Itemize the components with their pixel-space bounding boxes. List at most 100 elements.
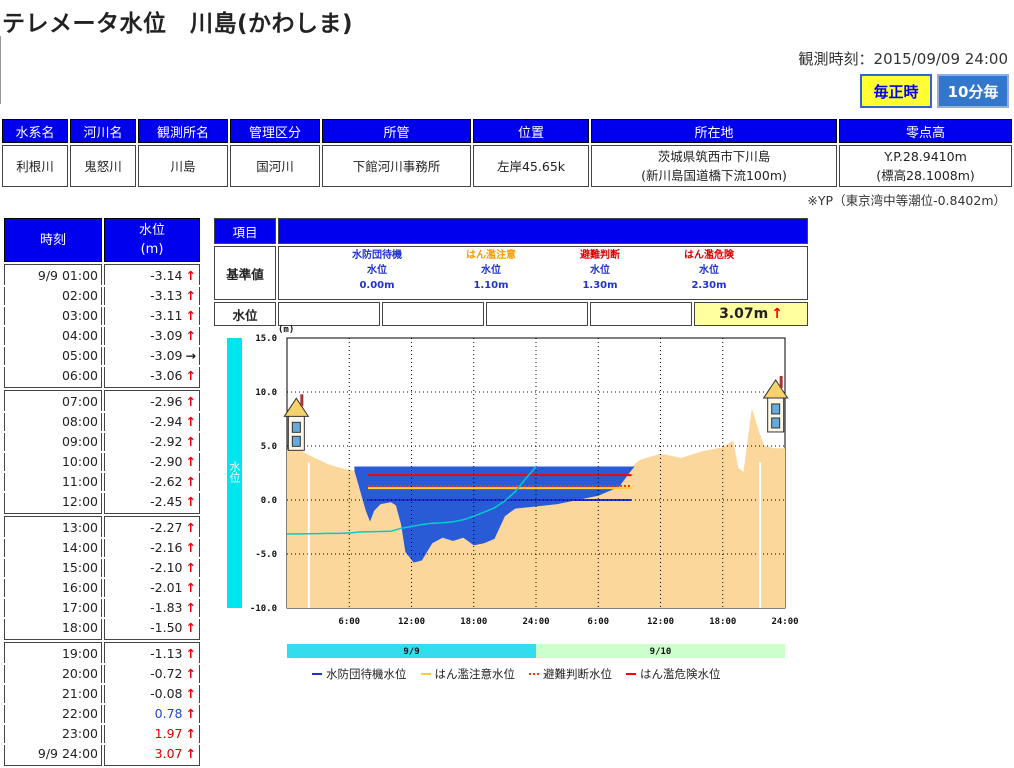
header-position: 位置 [473,119,589,143]
row-level-value: -1.50 [150,620,183,635]
ytick-label: -5.0 [255,550,277,560]
row-level: -1.50 ↑ [104,619,200,640]
row-time: 9/9 24:00 [4,745,103,766]
threshold-sub: 水位 [590,265,610,276]
chart-legend: 水防団待機水位 はん濫注意水位 避難判断水位 はん濫危険水位 [312,666,721,682]
row-level: -3.13 ↑ [104,287,200,305]
xtick-label: 18:00 [460,617,487,627]
threshold-item: はん濫危険 水位 2.30m [684,248,734,298]
row-level: -2.92 ↑ [104,433,200,451]
value-position: 左岸45.65k [473,145,589,187]
level-header-row: 項目 [214,218,808,244]
row-level: -2.27 ↑ [104,516,200,537]
row-level-value: -2.27 [150,520,183,535]
trend-up-icon: ↑ [185,368,196,383]
row-time: 19:00 [4,642,103,663]
hourly-button[interactable]: 毎正時 [860,74,932,108]
legend-item: 避難判断水位 [529,666,612,682]
row-level: -2.16 ↑ [104,539,200,557]
timeseries-row: 07:00 -2.96 ↑ [4,390,200,411]
value-office: 下館河川事務所 [322,145,471,187]
row-time: 05:00 [4,347,103,365]
ytick-label: 0.0 [261,496,277,506]
threshold-sub: 水位 [481,265,501,276]
row-level-value: -1.13 [150,646,183,661]
row-time: 09:00 [4,433,103,451]
row-time: 16:00 [4,579,103,597]
ten-minute-button[interactable]: 10分毎 [937,74,1009,108]
row-level: -1.13 ↑ [104,642,200,663]
station-info-value-row: 利根川 鬼怒川 川島 国河川 下館河川事務所 左岸45.65k 茨城県筑西市下川… [2,145,1012,187]
value-water-system: 利根川 [2,145,68,187]
timeseries-row: 15:00 -2.10 ↑ [4,559,200,577]
row-time: 07:00 [4,390,103,411]
legend-swatch [626,673,636,675]
xtick-label: 12:00 [398,617,425,627]
observation-time: 観測時刻：2015/09/09 24:00 [798,50,1008,68]
trend-up-icon: ↑ [185,474,196,489]
row-level: -2.45 ↑ [104,493,200,514]
date-label: 9/9 [403,647,419,657]
timeseries-row: 12:00 -2.45 ↑ [4,493,200,514]
trend-flat-icon: → [185,348,196,363]
legend-label: はん濫危険水位 [640,667,721,681]
row-time: 10:00 [4,453,103,471]
ytick-label: -10.0 [250,604,277,614]
timeseries-row: 17:00 -1.83 ↑ [4,599,200,617]
header-station: 観測所名 [138,119,228,143]
legend-swatch [312,673,322,675]
row-level-value: -2.45 [150,494,183,509]
trend-up-icon: ↑ [185,288,196,303]
xtick-label: 18:00 [709,617,736,627]
header-time: 時刻 [4,218,103,262]
trend-up-icon: ↑ [185,414,196,429]
header-office: 所管 [322,119,471,143]
trend-up-icon: ↑ [185,520,196,535]
row-level-value: -3.11 [150,308,183,323]
row-time: 21:00 [4,685,103,703]
trend-up-icon: ↑ [185,666,196,681]
timeseries-row: 04:00 -3.09 ↑ [4,327,200,345]
trend-up-icon: ↑ [185,746,196,761]
row-time: 20:00 [4,665,103,683]
row-time: 11:00 [4,473,103,491]
threshold-name: 避難判断 [580,250,620,261]
row-level: -2.94 ↑ [104,413,200,431]
row-time: 9/9 01:00 [4,264,103,285]
row-level: -2.62 ↑ [104,473,200,491]
row-level-value: -3.09 [150,348,183,363]
ytick-label: 10.0 [255,388,277,398]
row-level: -0.08 ↑ [104,685,200,703]
timeseries-row: 20:00 -0.72 ↑ [4,665,200,683]
timeseries-row: 21:00 -0.08 ↑ [4,685,200,703]
row-level: 3.07 ↑ [104,745,200,766]
trend-up-icon: ↑ [185,706,196,721]
row-level-value: -0.08 [150,686,183,701]
trend-up-icon: ↑ [185,268,196,283]
trend-up-icon: ↑ [185,560,196,575]
row-level-value: -2.10 [150,560,183,575]
row-time: 04:00 [4,327,103,345]
timeseries-row: 06:00 -3.06 ↑ [4,367,200,388]
xtick-label: 6:00 [587,617,609,627]
row-time: 12:00 [4,493,103,514]
timeseries-row: 9/9 01:00 -3.14 ↑ [4,264,200,285]
trend-up-icon: ↑ [185,394,196,409]
legend-swatch [529,673,539,675]
timeseries-header-row: 時刻 水位 (m) [4,218,200,262]
station-info-header-row: 水系名 河川名 観測所名 管理区分 所管 位置 所在地 零点高 [2,119,1012,143]
row-level: -2.96 ↑ [104,390,200,411]
timeseries-row: 10:00 -2.90 ↑ [4,453,200,471]
row-level-value: -3.06 [150,368,183,383]
trend-up-icon: ↑ [185,646,196,661]
trend-up-icon: ↑ [185,434,196,449]
timeseries-row: 14:00 -2.16 ↑ [4,539,200,557]
row-level: -3.09 ↑ [104,327,200,345]
timeseries-row: 19:00 -1.13 ↑ [4,642,200,663]
legend-item: はん濫危険水位 [626,666,721,682]
row-time: 23:00 [4,725,103,743]
ytick-label: 15.0 [255,334,277,344]
trend-up-icon: ↑ [185,620,196,635]
row-time: 14:00 [4,539,103,557]
row-time: 02:00 [4,287,103,305]
